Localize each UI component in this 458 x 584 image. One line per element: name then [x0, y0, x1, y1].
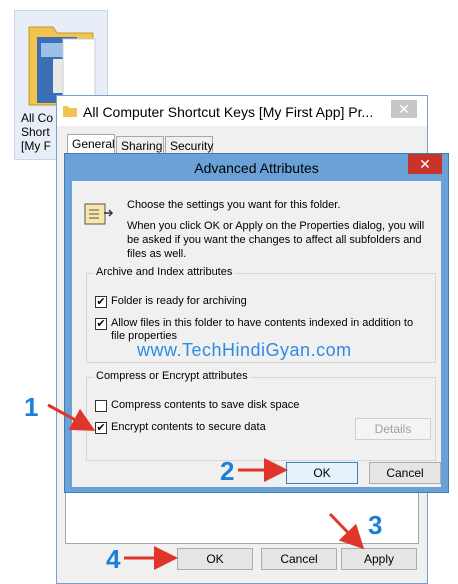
- annotation-arrows: [47, 403, 365, 570]
- arrow-to-encrypt: [47, 403, 96, 431]
- arrow-to-apply: [328, 512, 365, 550]
